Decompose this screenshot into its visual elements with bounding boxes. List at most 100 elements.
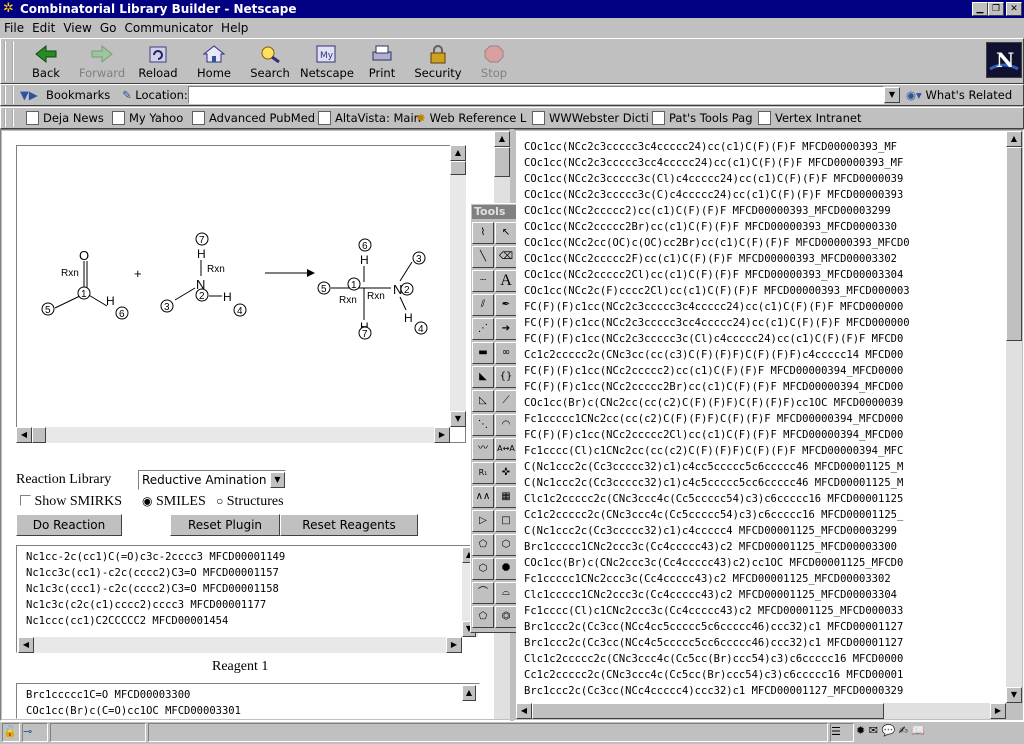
do-reaction-button[interactable]: Do Reaction — [16, 514, 122, 536]
list-item[interactable]: FC(F)(F)c1cc(NCc2ccccc2)cc(c1)C(F)(F)F M… — [524, 363, 1006, 379]
chain-tool-icon[interactable]: ⟋ — [495, 390, 517, 412]
list-item[interactable]: COc1cc(NCc2cc(OC)c(OC)cc2Br)cc(c1)C(F)(F… — [524, 235, 1006, 251]
mail-icon[interactable]: ✉ — [869, 724, 878, 737]
list-item[interactable]: Nc1cc-2c(cc1)C(=O)c3c-2cccc3 MFCD0000114… — [26, 549, 456, 565]
list-item[interactable]: Fc1ccccc1CNc2cc(cc(c2)C(F)(F)F)C(F)(F)F … — [524, 411, 1006, 427]
dashed-bond-tool-icon[interactable]: ┈ — [472, 270, 494, 292]
list-item[interactable]: COc1cc(NCc2c3ccccc3c4ccccc24)cc(c1)C(F)(… — [524, 139, 1006, 155]
benzene-tool-icon[interactable]: ⏣ — [495, 606, 517, 628]
list-item[interactable]: Nc1ccc(cc1)C2CCCCC2 MFCD00001454 — [26, 613, 456, 629]
bookmark-pats-tools[interactable]: Pat's Tools Pag — [652, 109, 753, 127]
composer-icon[interactable]: ✍ — [899, 724, 908, 737]
bookmark-web-reference[interactable]: ✸ Web Reference L — [416, 109, 526, 127]
bracket-tool-icon[interactable]: {} — [495, 366, 517, 388]
bookmark-vertex-intranet[interactable]: Vertex Intranet — [758, 109, 861, 127]
structure-editor[interactable]: O Rxn 1 H 5 6 + 7 H Rxn N 2 H 3 4 6 H 5 … — [16, 145, 466, 443]
boat-tool-icon[interactable]: ⌓ — [495, 582, 517, 604]
menu-view[interactable]: View — [59, 19, 95, 37]
list-item[interactable]: COc1cc(NCc2c3ccccc3cc4ccccc24)cc(c1)C(F)… — [524, 155, 1006, 171]
reagent-0-hscroll[interactable] — [18, 637, 462, 653]
security-status[interactable]: 🔓 — [2, 723, 20, 742]
hashed-wedge-tool-icon[interactable]: ⋱ — [472, 414, 494, 436]
list-item[interactable]: COc1cc(Br)c(C=O)cc1OC MFCD00003301 — [26, 703, 456, 719]
orbital-tool-icon[interactable]: ∞ — [495, 342, 517, 364]
list-item[interactable]: COc1cc(Br)c(CNc2cc(cc(c2)C(F)(F)F)C(F)(F… — [524, 395, 1006, 411]
discussion-icon[interactable]: 💬 — [881, 724, 895, 737]
dotted-bond-tool-icon[interactable]: ⋰ — [472, 318, 494, 340]
list-item[interactable]: Cc1c2ccccc2c(CNc3cc(cc(c3)C(F)(F)F)C(F)(… — [524, 347, 1006, 363]
wedge-bond-tool-icon[interactable]: ◣ — [472, 366, 494, 388]
rectangle-tool-icon[interactable]: □ — [495, 510, 517, 532]
list-item[interactable]: Fc1ccccc1CNc2ccc3c(Cc4ccccc43)c2 MFCD000… — [524, 571, 1006, 587]
reload-button[interactable]: Reload — [132, 42, 184, 82]
netscape-logo[interactable]: N — [986, 42, 1022, 78]
atom-label-tool-icon[interactable]: A↔A — [495, 438, 517, 460]
list-item[interactable]: Fc1cccc(Cl)c1CNc2ccc3c(Cc4ccccc43)c2 MFC… — [524, 603, 1006, 619]
reagent-0-scroll-right[interactable]: ▶ — [446, 637, 462, 653]
chair-tool-icon[interactable]: ⌒ — [472, 582, 494, 604]
list-item[interactable]: Nc1c3c(c2c(c1)cccc2)cccc3 MFCD00001177 — [26, 597, 456, 613]
menu-go[interactable]: Go — [96, 19, 121, 37]
list-item[interactable]: COc1cc(NCc2c3ccccc3c(Cl)c4ccccc24)cc(c1)… — [524, 171, 1006, 187]
bookmark-altavista[interactable]: AltaVista: Main — [318, 109, 421, 127]
eraser-tool-icon[interactable]: ⌫ — [495, 246, 517, 268]
editor-vertical-scrollbar[interactable] — [450, 145, 466, 427]
security-button[interactable]: Security — [412, 42, 464, 82]
left-frame-scroll-thumb[interactable] — [494, 147, 510, 177]
page-proxy-icon[interactable]: ✎ — [122, 88, 132, 102]
editor-scroll-down[interactable]: ▼ — [450, 411, 466, 427]
editor-scroll-right[interactable]: ▶ — [434, 427, 450, 443]
arc-tool-icon[interactable]: ◠ — [495, 414, 517, 436]
bookmarks-button[interactable]: ▼▶ Bookmarks — [20, 86, 110, 104]
select-arrow-tool-icon[interactable]: ↖ — [495, 222, 517, 244]
left-frame-scroll-up[interactable]: ▲ — [494, 131, 510, 147]
arrow-tool-icon[interactable]: ➔ — [495, 318, 517, 340]
r-group-tool-icon[interactable]: R₁ — [472, 462, 494, 484]
minimize-button[interactable]: ▁ — [972, 2, 988, 16]
netscape-button[interactable]: My Netscape — [300, 42, 354, 82]
home-button[interactable]: Home — [188, 42, 240, 82]
stop-button[interactable]: Stop — [468, 42, 520, 82]
location-dropdown-button[interactable]: ▼ — [884, 87, 900, 103]
list-item[interactable]: COc1cc(NCc2ccccc2)cc(c1)C(F)(F)F MFCD000… — [524, 203, 1006, 219]
hashed-bond-tool-icon[interactable]: ⫽ — [472, 294, 494, 316]
list-item[interactable]: Cc1c2ccccc2c(CNc3ccc4c(Cc5ccccc54)c3)c6c… — [524, 507, 1006, 523]
list-item[interactable]: COc1cc(NCc2ccccc2F)cc(c1)C(F)(F)F MFCD00… — [524, 251, 1006, 267]
list-item[interactable]: FC(F)(F)c1cc(NCc2c3ccccc3c4ccccc24)cc(c1… — [524, 299, 1006, 315]
structures-radio[interactable]: ○ Structures — [216, 494, 284, 510]
reagent-0-scroll-left[interactable]: ◀ — [18, 637, 34, 653]
list-item[interactable]: FC(F)(F)c1cc(NCc2ccccc2Cl)cc(c1)C(F)(F)F… — [524, 427, 1006, 443]
location-field[interactable] — [188, 86, 884, 104]
list-item[interactable]: Clc1ccccc1CNc2ccc3c(Cc4ccccc43)c2 MFCD00… — [524, 587, 1006, 603]
toolbar-grip[interactable] — [4, 41, 14, 81]
list-item[interactable]: COc1cc(NCc2ccccc2Br)cc(c1)C(F)(F)F MFCD0… — [524, 219, 1006, 235]
list-item[interactable]: Brc1ccc2c(Cc3cc(NCc4ccccc4)ccc32)c1 MFCD… — [524, 683, 1006, 699]
editor-scroll-left[interactable]: ◀ — [16, 427, 32, 443]
show-smirks-checkbox[interactable]: Show SMIRKS — [20, 494, 122, 510]
menu-file[interactable]: File — [0, 19, 28, 37]
list-item[interactable]: C(Nc1ccc2c(Cc3ccccc32)c1)c4cc5ccccc5c6cc… — [524, 459, 1006, 475]
single-bond-tool-icon[interactable]: ╲ — [472, 246, 494, 268]
pentagon-ring-tool-icon[interactable]: ⬠ — [472, 534, 494, 556]
chain-drawing-tool-icon[interactable]: ∧∧ — [472, 486, 494, 508]
maximize-button[interactable]: ❐ — [988, 2, 1004, 16]
list-item[interactable]: Clc1c2ccccc2c(CNc3ccc4c(Cc5ccccc54)c3)c6… — [524, 491, 1006, 507]
personal-toolbar-grip[interactable] — [4, 109, 14, 127]
back-button[interactable]: Back — [20, 42, 72, 82]
list-item[interactable]: C(Nc1ccc2c(Cc3ccccc32)c1)c4c5ccccc5cc6cc… — [524, 475, 1006, 491]
products-scroll-thumb[interactable] — [1006, 147, 1022, 341]
list-item[interactable]: FC(F)(F)c1cc(NCc2c3ccccc3c(Cl)c4ccccc24)… — [524, 331, 1006, 347]
products-scroll-up[interactable]: ▲ — [1006, 131, 1022, 147]
products-scroll-left[interactable]: ◀ — [516, 703, 532, 719]
menu-edit[interactable]: Edit — [28, 19, 59, 37]
menu-communicator[interactable]: Communicator — [120, 19, 217, 37]
reagent-1-scroll-up[interactable]: ▲ — [462, 685, 476, 701]
search-button[interactable]: Search — [244, 42, 296, 82]
list-item[interactable]: FC(F)(F)c1cc(NCc2c3ccccc3cc4ccccc24)cc(c… — [524, 315, 1006, 331]
reset-plugin-button[interactable]: Reset Plugin — [170, 514, 280, 536]
editor-scroll-thumb[interactable] — [450, 161, 466, 175]
list-item[interactable]: Brc1ccccc1C=O MFCD00003300 — [26, 687, 456, 703]
bookmark-my-yahoo[interactable]: My Yahoo — [112, 109, 183, 127]
list-item[interactable]: Cc1c2ccccc2c(CNc3ccc4c(Cc5cc(Br)ccc54)c3… — [524, 667, 1006, 683]
list-item[interactable]: Brc1ccccc1CNc2ccc3c(Cc4ccccc43)c2 MFCD00… — [524, 539, 1006, 555]
